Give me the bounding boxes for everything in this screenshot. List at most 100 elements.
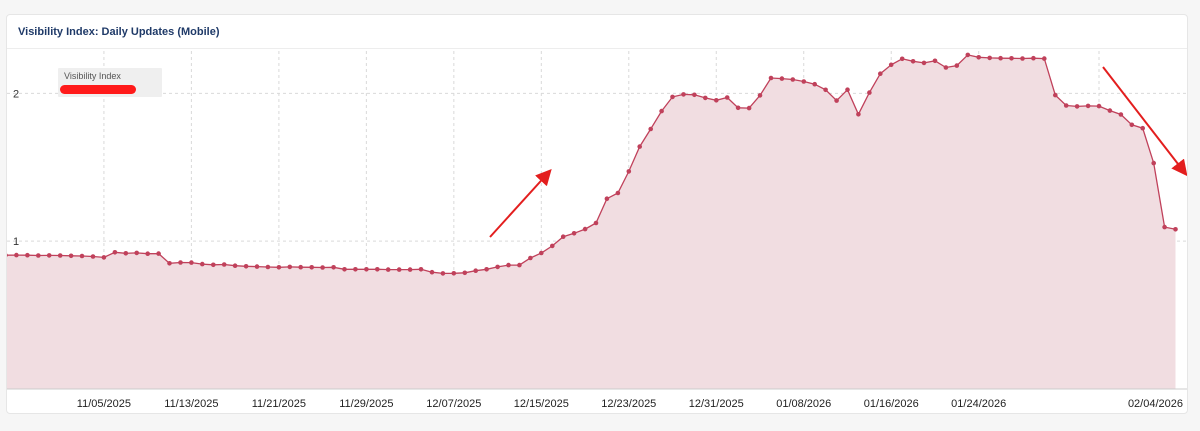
data-point — [396, 267, 402, 272]
data-point — [320, 265, 325, 270]
data-point — [353, 267, 358, 272]
data-point — [484, 267, 489, 272]
data-point — [1173, 227, 1178, 232]
data-point — [812, 81, 817, 87]
data-point — [429, 269, 435, 275]
x-tick-label: 01/08/2026 — [776, 398, 831, 410]
data-point — [888, 62, 894, 68]
data-point — [998, 55, 1003, 61]
data-point — [703, 95, 708, 101]
x-tick-label: 12/15/2025 — [514, 398, 569, 410]
data-point — [910, 59, 916, 64]
data-point — [189, 260, 194, 265]
data-point — [801, 79, 807, 84]
data-point — [101, 255, 107, 260]
data-point — [1129, 122, 1135, 128]
x-tick-label: 12/23/2025 — [601, 398, 656, 410]
data-point — [1162, 224, 1167, 230]
data-point — [407, 267, 413, 272]
data-point — [560, 234, 566, 239]
data-point — [867, 90, 872, 95]
data-point — [637, 144, 642, 149]
data-point — [899, 56, 905, 62]
x-tick-label: 01/16/2026 — [864, 398, 919, 410]
data-point — [856, 112, 861, 117]
data-point — [211, 262, 216, 268]
data-point — [714, 98, 719, 103]
data-point — [539, 250, 544, 256]
x-tick-label: 11/13/2025 — [164, 398, 218, 410]
data-point — [1085, 103, 1091, 109]
data-point — [287, 264, 293, 270]
data-point — [648, 126, 653, 132]
data-point — [517, 262, 522, 268]
x-tick-label: 11/05/2025 — [77, 398, 131, 410]
data-point — [385, 267, 391, 272]
data-point — [615, 190, 621, 196]
legend: Visibility Index — [58, 68, 162, 97]
data-point — [724, 95, 730, 100]
data-point — [779, 76, 785, 81]
data-point — [451, 271, 457, 276]
data-point — [1020, 56, 1025, 61]
data-point — [1009, 56, 1014, 61]
data-point — [145, 251, 150, 256]
data-point — [1031, 55, 1036, 61]
y-tick-label: 2 — [13, 88, 19, 100]
data-point — [440, 271, 446, 276]
x-tick-label: 01/24/2026 — [951, 398, 1006, 410]
data-point — [364, 267, 369, 272]
data-point — [1063, 103, 1069, 108]
data-point — [200, 261, 205, 267]
data-point — [178, 260, 183, 265]
data-point — [845, 87, 850, 92]
data-point — [768, 75, 774, 81]
data-point — [976, 55, 981, 60]
y-tick-label: 1 — [13, 236, 19, 248]
data-point — [342, 267, 347, 272]
data-point — [36, 253, 41, 258]
data-point — [681, 92, 686, 97]
x-tick-label: 12/31/2025 — [689, 398, 744, 410]
data-point — [1151, 160, 1156, 166]
data-point — [735, 105, 741, 111]
data-point — [878, 71, 883, 76]
data-point — [1053, 92, 1058, 98]
data-point — [746, 105, 752, 111]
x-tick-label: 11/29/2025 — [339, 398, 393, 410]
data-point — [1042, 56, 1047, 61]
data-point — [331, 265, 336, 270]
data-point — [921, 60, 927, 66]
data-point — [243, 264, 249, 269]
data-point — [1140, 125, 1145, 131]
data-point — [112, 250, 118, 255]
data-point — [14, 252, 19, 258]
data-point — [232, 263, 238, 268]
data-point — [462, 270, 468, 276]
data-point — [593, 220, 599, 226]
data-point — [46, 253, 52, 258]
x-tick-label: 11/21/2025 — [252, 398, 306, 410]
data-point — [932, 58, 938, 64]
series-area — [7, 54, 1176, 389]
annotation-arrow-up — [489, 169, 552, 238]
data-point — [495, 264, 500, 270]
data-point — [375, 267, 380, 272]
x-tick-label: 02/04/2026 — [1128, 398, 1183, 410]
data-point — [987, 55, 992, 61]
data-point — [954, 63, 960, 68]
data-point — [156, 251, 161, 256]
x-tick-label: 12/07/2025 — [426, 398, 481, 410]
data-point — [1107, 108, 1113, 113]
data-point — [528, 255, 533, 261]
data-point — [582, 226, 588, 232]
data-point — [1096, 103, 1102, 109]
data-point — [757, 93, 763, 98]
data-point — [134, 250, 139, 256]
data-point — [221, 262, 227, 267]
data-point — [79, 253, 85, 259]
data-point — [473, 268, 479, 273]
data-point — [418, 267, 424, 272]
data-point — [626, 169, 632, 174]
data-point — [167, 261, 172, 266]
